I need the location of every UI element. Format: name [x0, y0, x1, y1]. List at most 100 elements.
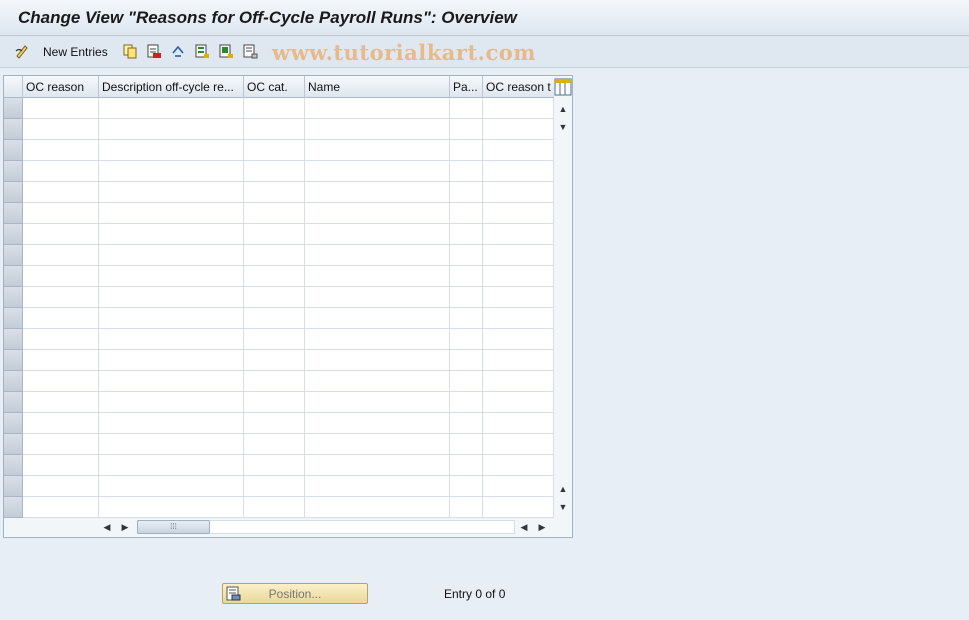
row-selector[interactable] — [4, 266, 23, 287]
table-cell[interactable] — [483, 140, 554, 161]
table-cell[interactable] — [99, 98, 244, 119]
table-cell[interactable] — [305, 266, 450, 287]
undo-icon[interactable] — [170, 43, 186, 59]
row-selector[interactable] — [4, 308, 23, 329]
table-cell[interactable] — [450, 308, 483, 329]
table-row[interactable] — [4, 161, 554, 182]
table-row[interactable] — [4, 266, 554, 287]
table-cell[interactable] — [23, 203, 99, 224]
table-cell[interactable] — [450, 98, 483, 119]
table-row[interactable] — [4, 182, 554, 203]
table-cell[interactable] — [23, 497, 99, 518]
table-cell[interactable] — [23, 434, 99, 455]
table-row[interactable] — [4, 119, 554, 140]
table-cell[interactable] — [244, 350, 305, 371]
table-cell[interactable] — [99, 119, 244, 140]
table-row[interactable] — [4, 203, 554, 224]
table-cell[interactable] — [305, 350, 450, 371]
table-cell[interactable] — [450, 182, 483, 203]
table-cell[interactable] — [305, 476, 450, 497]
select-block-icon[interactable] — [218, 43, 234, 59]
table-cell[interactable] — [483, 203, 554, 224]
table-cell[interactable] — [23, 392, 99, 413]
select-all-icon[interactable] — [194, 43, 210, 59]
table-cell[interactable] — [244, 245, 305, 266]
table-cell[interactable] — [483, 224, 554, 245]
table-cell[interactable] — [483, 497, 554, 518]
table-cell[interactable] — [450, 119, 483, 140]
table-cell[interactable] — [23, 182, 99, 203]
column-header-description[interactable]: Description off-cycle re... — [99, 76, 244, 98]
table-cell[interactable] — [244, 308, 305, 329]
row-selector[interactable] — [4, 434, 23, 455]
table-cell[interactable] — [99, 182, 244, 203]
table-cell[interactable] — [483, 476, 554, 497]
scroll-left-icon[interactable]: ◀ — [102, 522, 112, 532]
column-header-name[interactable]: Name — [305, 76, 450, 98]
table-cell[interactable] — [305, 245, 450, 266]
table-cell[interactable] — [483, 287, 554, 308]
table-cell[interactable] — [244, 203, 305, 224]
table-cell[interactable] — [244, 329, 305, 350]
table-cell[interactable] — [99, 245, 244, 266]
table-cell[interactable] — [450, 392, 483, 413]
scroll-page-down-icon[interactable]: ▼ — [558, 502, 568, 512]
row-selector[interactable] — [4, 287, 23, 308]
horizontal-scroll-thumb[interactable]: ⁞⁞⁞ — [137, 520, 210, 534]
scroll-page-up-icon[interactable]: ▲ — [558, 484, 568, 494]
table-cell[interactable] — [483, 161, 554, 182]
table-cell[interactable] — [305, 203, 450, 224]
row-selector[interactable] — [4, 350, 23, 371]
table-cell[interactable] — [244, 371, 305, 392]
table-cell[interactable] — [23, 287, 99, 308]
table-row[interactable] — [4, 476, 554, 497]
table-cell[interactable] — [23, 329, 99, 350]
table-cell[interactable] — [305, 434, 450, 455]
table-row[interactable] — [4, 245, 554, 266]
scroll-last-left-icon[interactable]: ◀ — [519, 522, 529, 532]
table-cell[interactable] — [483, 119, 554, 140]
table-row[interactable] — [4, 287, 554, 308]
table-cell[interactable] — [244, 98, 305, 119]
row-selector[interactable] — [4, 392, 23, 413]
row-selector[interactable] — [4, 455, 23, 476]
table-cell[interactable] — [483, 182, 554, 203]
row-selector[interactable] — [4, 245, 23, 266]
table-cell[interactable] — [305, 98, 450, 119]
table-row[interactable] — [4, 371, 554, 392]
table-cell[interactable] — [483, 455, 554, 476]
table-cell[interactable] — [305, 119, 450, 140]
table-cell[interactable] — [99, 371, 244, 392]
table-cell[interactable] — [99, 161, 244, 182]
table-cell[interactable] — [244, 455, 305, 476]
vertical-scrollbar[interactable]: ▲ ▼ ▲ ▼ — [554, 98, 572, 518]
table-cell[interactable] — [23, 245, 99, 266]
row-selector[interactable] — [4, 98, 23, 119]
table-cell[interactable] — [483, 434, 554, 455]
row-selector[interactable] — [4, 497, 23, 518]
table-row[interactable] — [4, 413, 554, 434]
table-cell[interactable] — [99, 224, 244, 245]
table-cell[interactable] — [99, 203, 244, 224]
column-header-pa[interactable]: Pa... — [450, 76, 483, 98]
table-cell[interactable] — [99, 392, 244, 413]
table-cell[interactable] — [244, 266, 305, 287]
table-cell[interactable] — [483, 350, 554, 371]
table-cell[interactable] — [450, 266, 483, 287]
row-selector[interactable] — [4, 161, 23, 182]
row-selector[interactable] — [4, 203, 23, 224]
table-cell[interactable] — [450, 140, 483, 161]
table-cell[interactable] — [244, 413, 305, 434]
table-cell[interactable] — [244, 224, 305, 245]
table-cell[interactable] — [450, 245, 483, 266]
row-selector[interactable] — [4, 182, 23, 203]
table-cell[interactable] — [305, 287, 450, 308]
table-cell[interactable] — [483, 266, 554, 287]
table-cell[interactable] — [23, 476, 99, 497]
row-selector[interactable] — [4, 371, 23, 392]
table-cell[interactable] — [305, 161, 450, 182]
table-cell[interactable] — [99, 476, 244, 497]
deselect-all-icon[interactable] — [242, 43, 258, 59]
table-cell[interactable] — [23, 455, 99, 476]
column-header-oc-cat[interactable]: OC cat. — [244, 76, 305, 98]
